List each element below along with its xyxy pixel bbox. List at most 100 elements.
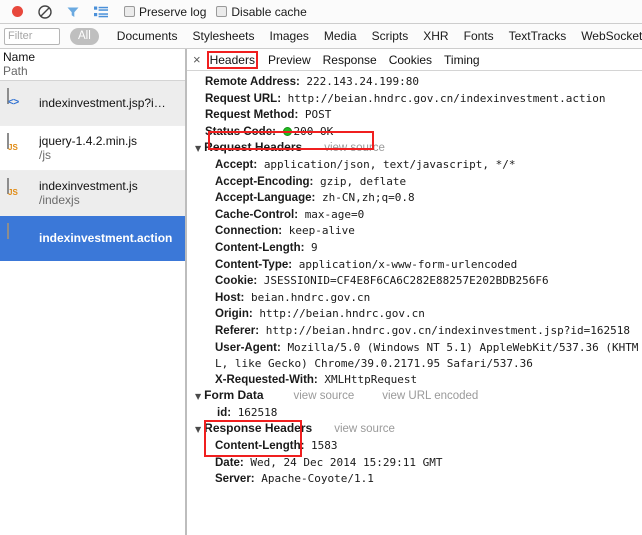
form-data-title: Form Data [204, 388, 263, 404]
request-row-indexinvestment-jsp[interactable]: <> indexinvestment.jsp?i… [0, 81, 186, 126]
header-value: beian.hndrc.gov.cn [251, 291, 370, 304]
header-key: Accept: [215, 159, 257, 171]
js-file-icon: JS [7, 179, 31, 207]
form-data-view-source[interactable]: view source [294, 389, 355, 405]
tab-headers[interactable]: Headers [209, 53, 256, 67]
request-name: jquery-1.4.2.min.js [39, 134, 137, 148]
response-header-row-content-length: Content-Length: 1583 [193, 438, 642, 455]
header-key: Accept-Language: [215, 192, 315, 204]
request-name: indexinvestment.action [39, 231, 172, 245]
filter-icon [66, 5, 80, 19]
requests-rows: <> indexinvestment.jsp?i… JS [0, 81, 186, 535]
filter-type-xhr[interactable]: XHR [423, 29, 448, 43]
header-key: Connection: [215, 225, 282, 237]
filter-type-all[interactable]: All [70, 28, 99, 45]
chevron-down-icon: ▼ [195, 389, 201, 405]
header-row-cookie: Cookie: JSESSIONID=CF4E8F6CA6C282E88257E… [193, 273, 642, 290]
column-header-name: Name [3, 50, 186, 64]
remote-address-key: Remote Address: [205, 76, 300, 88]
tab-cookies[interactable]: Cookies [389, 53, 432, 67]
record-button[interactable] [6, 1, 28, 23]
clear-icon [38, 5, 52, 19]
header-key: Accept-Encoding: [215, 176, 313, 188]
request-method-row: Request Method: POST [193, 107, 642, 124]
header-value: keep-alive [289, 224, 355, 237]
header-value: zh-CN,zh;q=0.8 [322, 191, 415, 204]
header-row-origin: Origin: http://beian.hndrc.gov.cn [193, 306, 642, 323]
request-row-indexinvestment-action[interactable]: indexinvestment.action [0, 216, 186, 261]
checkbox-box [216, 6, 227, 17]
header-value: Apache-Coyote/1.1 [261, 472, 374, 485]
record-icon [12, 6, 23, 17]
header-value: http://beian.hndrc.gov.cn [259, 307, 425, 320]
header-row-x-requested-with: X-Requested-With: XMLHttpRequest [193, 372, 642, 389]
header-key: Content-Length: [215, 242, 304, 254]
checkbox-box [124, 6, 135, 17]
header-key: Server: [215, 473, 255, 485]
filter-type-media[interactable]: Media [324, 29, 357, 43]
header-row-user-agent: User-Agent: Mozilla/5.0 (Windows NT 5.1)… [193, 340, 642, 372]
header-value: XMLHttpRequest [324, 373, 417, 386]
tab-preview[interactable]: Preview [268, 53, 311, 67]
list-scrollbar[interactable] [185, 49, 186, 535]
request-url-key: Request URL: [205, 93, 281, 105]
request-headers-section-header[interactable]: ▼ Request Headers view source [193, 140, 642, 157]
header-row-accept-encoding: Accept-Encoding: gzip, deflate [193, 174, 642, 191]
network-toolbar: Preserve log Disable cache [0, 0, 642, 24]
header-value: 1583 [311, 439, 338, 452]
request-path: /indexjs [39, 193, 138, 207]
close-icon[interactable]: × [193, 54, 201, 66]
status-code-row: Status Code: 200 OK [193, 124, 642, 141]
header-row-host: Host: beian.hndrc.gov.cn [193, 290, 642, 307]
filter-type-images[interactable]: Images [270, 29, 309, 43]
html-file-icon: <> [7, 89, 31, 117]
form-data-view-url-encoded[interactable]: view URL encoded [382, 389, 478, 405]
header-key: Cache-Control: [215, 209, 298, 221]
request-name: indexinvestment.jsp?i… [39, 96, 166, 110]
response-header-row-date: Date: Wed, 24 Dec 2014 15:29:11 GMT [193, 455, 642, 472]
header-key: User-Agent: [215, 342, 281, 354]
header-row-cache-control: Cache-Control: max-age=0 [193, 207, 642, 224]
preserve-log-checkbox[interactable]: Preserve log [124, 5, 206, 19]
request-url-value: http://beian.hndrc.gov.cn/indexinvestmen… [288, 92, 606, 105]
header-row-referer: Referer: http://beian.hndrc.gov.cn/index… [193, 323, 642, 340]
requests-column-header[interactable]: Name Path [0, 49, 186, 81]
filter-type-websockets[interactable]: WebSockets [581, 29, 642, 43]
filter-type-fonts[interactable]: Fonts [464, 29, 494, 43]
disable-cache-label: Disable cache [231, 5, 306, 19]
request-headers-title: Request Headers [204, 140, 302, 156]
details-tabbar: × Headers Preview Response Cookies Timin… [187, 49, 642, 71]
filter-button[interactable] [62, 1, 84, 23]
header-value: JSESSIONID=CF4E8F6CA6C282E88257E202BDB25… [264, 274, 549, 287]
filter-type-scripts[interactable]: Scripts [372, 29, 409, 43]
header-value: http://beian.hndrc.gov.cn/indexinvestmen… [266, 324, 630, 337]
response-headers-view-source[interactable]: view source [334, 422, 395, 438]
header-key: Content-Type: [215, 259, 292, 271]
request-name: indexinvestment.js [39, 179, 138, 193]
filter-input[interactable] [4, 28, 60, 45]
filter-type-texttracks[interactable]: TextTracks [509, 29, 567, 43]
filter-type-stylesheets[interactable]: Stylesheets [192, 29, 254, 43]
request-row-jquery[interactable]: JS jquery-1.4.2.min.js /js [0, 126, 186, 171]
clear-button[interactable] [34, 1, 56, 23]
disable-cache-checkbox[interactable]: Disable cache [216, 5, 306, 19]
tab-response[interactable]: Response [323, 53, 377, 67]
request-headers-view-source[interactable]: view source [324, 141, 385, 157]
header-value: application/json, text/javascript, */* [264, 158, 516, 171]
header-key: Origin: [215, 308, 253, 320]
tab-timing[interactable]: Timing [444, 53, 480, 67]
remote-address-row: Remote Address: 222.143.24.199:80 [193, 74, 642, 91]
request-row-indexinvestment-js[interactable]: JS indexinvestment.js /indexjs [0, 171, 186, 216]
chevron-down-icon: ▼ [195, 422, 201, 438]
header-row-accept: Accept: application/json, text/javascrip… [193, 157, 642, 174]
header-value: max-age=0 [305, 208, 365, 221]
header-key: Cookie: [215, 275, 257, 287]
view-list-button[interactable] [90, 1, 112, 23]
js-file-icon: JS [7, 134, 31, 162]
requests-list-panel: Name Path <> indexinvestment.jsp?i… [0, 49, 187, 535]
filter-type-documents[interactable]: Documents [117, 29, 178, 43]
header-key: Content-Length: [215, 440, 304, 452]
response-headers-section-header[interactable]: ▼ Response Headers view source [193, 421, 642, 438]
header-value: application/x-www-form-urlencoded [299, 258, 518, 271]
form-data-section-header[interactable]: ▼ Form Data view source view URL encoded [193, 388, 642, 405]
